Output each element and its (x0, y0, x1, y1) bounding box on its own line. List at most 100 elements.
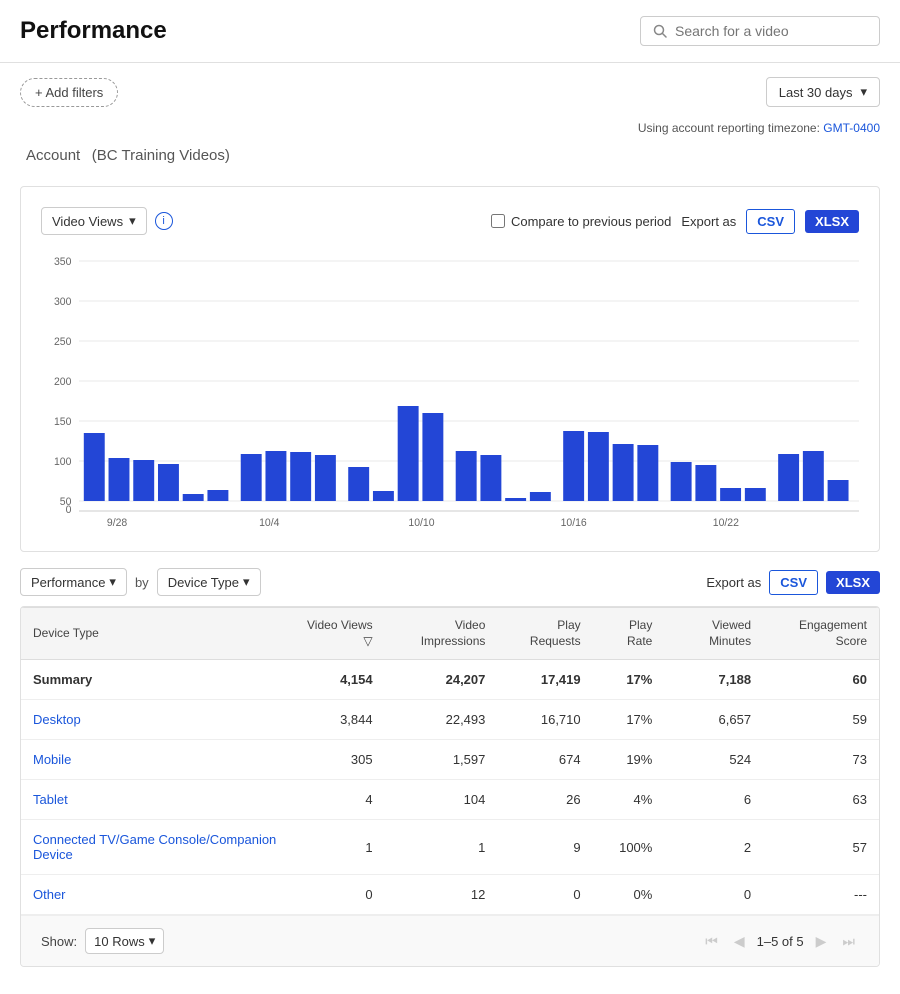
add-filters-button[interactable]: + Add filters (20, 78, 118, 107)
table-row-summary: Summary 4,154 24,207 17,419 17% 7,188 60 (21, 660, 879, 700)
device-type-select[interactable]: Device Type ▾ (157, 568, 261, 596)
add-filters-label: + Add filters (35, 85, 103, 100)
connected-tv-link[interactable]: Connected TV/Game Console/Companion Devi… (33, 832, 276, 862)
mobile-play-requests: 674 (497, 740, 592, 780)
tablet-link[interactable]: Tablet (33, 792, 68, 807)
toolbar: + Add filters Last 30 days ▾ (0, 63, 900, 121)
page-title: Performance (20, 17, 167, 45)
connected-tv-play-requests: 9 (497, 820, 592, 875)
mobile-video-views: 305 (293, 740, 385, 780)
compare-checkbox[interactable] (491, 214, 505, 228)
metric-select[interactable]: Video Views ▾ (41, 207, 147, 235)
desktop-label[interactable]: Desktop (21, 700, 293, 740)
data-table-wrapper: Device Type Video Views ▽ Video Impressi… (20, 606, 880, 967)
page-info: 1–5 of 5 (757, 934, 804, 949)
other-video-impressions: 12 (385, 875, 498, 915)
summary-label: Summary (21, 660, 293, 700)
tablet-play-requests: 26 (497, 780, 592, 820)
svg-text:350: 350 (54, 256, 71, 268)
chart-toolbar-right: Compare to previous period Export as CSV… (491, 209, 859, 234)
tablet-label[interactable]: Tablet (21, 780, 293, 820)
prev-page-button[interactable]: ◀ (730, 931, 749, 952)
table-toolbar-right: Export as CSV XLSX (706, 570, 880, 595)
rows-select[interactable]: 10 Rows ▾ (85, 928, 164, 954)
summary-viewed-minutes: 7,188 (664, 660, 763, 700)
col-video-impressions: Video Impressio­ns (385, 608, 498, 660)
table-row-connected-tv: Connected TV/Game Console/Companion Devi… (21, 820, 879, 875)
svg-text:100: 100 (54, 456, 71, 468)
col-video-views[interactable]: Video Views ▽ (293, 608, 385, 660)
col-engagement-score: Engagem­ent Score (763, 608, 879, 660)
mobile-link[interactable]: Mobile (33, 752, 71, 767)
rows-label: 10 Rows (94, 934, 145, 949)
chart-svg: 350 300 250 200 150 100 50 0 (41, 251, 859, 531)
other-engagement-score: --- (763, 875, 879, 915)
tablet-video-impressions: 104 (385, 780, 498, 820)
svg-text:150: 150 (54, 416, 71, 428)
info-icon[interactable]: i (155, 212, 173, 230)
pagination: Show: 10 Rows ▾ ⏮ ◀ 1–5 of 5 ▶ ⏭ (21, 915, 879, 966)
connected-tv-video-impressions: 1 (385, 820, 498, 875)
device-type-chevron-icon: ▾ (243, 574, 250, 590)
page-header: Performance (0, 0, 900, 63)
summary-engagement-score: 60 (763, 660, 879, 700)
chart-toolbar-left: Video Views ▾ i (41, 207, 173, 235)
svg-text:10/16: 10/16 (561, 517, 587, 529)
desktop-link[interactable]: Desktop (33, 712, 81, 727)
table-export-csv-button[interactable]: CSV (769, 570, 818, 595)
tablet-engagement-score: 63 (763, 780, 879, 820)
table-export-xlsx-button[interactable]: XLSX (826, 571, 880, 594)
chart-toolbar: Video Views ▾ i Compare to previous peri… (41, 207, 859, 235)
connected-tv-label[interactable]: Connected TV/Game Console/Companion Devi… (21, 820, 293, 875)
next-page-button[interactable]: ▶ (812, 931, 831, 952)
chart-export-xlsx-button[interactable]: XLSX (805, 210, 859, 233)
mobile-engagement-score: 73 (763, 740, 879, 780)
account-title: Account (BC Training Videos) (20, 143, 880, 166)
table-row-tablet: Tablet 4 104 26 4% 6 63 (21, 780, 879, 820)
rows-chevron-icon: ▾ (149, 933, 156, 949)
table-toolbar: Performance ▾ by Device Type ▾ Export as… (20, 568, 880, 596)
other-label[interactable]: Other (21, 875, 293, 915)
col-play-rate: Play Rate (593, 608, 665, 660)
search-box[interactable] (640, 16, 880, 46)
last-page-button[interactable]: ⏭ (838, 931, 859, 952)
chart-container: Video Views ▾ i Compare to previous peri… (20, 186, 880, 552)
tablet-play-rate: 4% (593, 780, 665, 820)
svg-text:10/10: 10/10 (408, 517, 434, 529)
timezone-link[interactable]: GMT-0400 (823, 121, 880, 135)
export-label: Export as (681, 214, 736, 229)
mobile-label[interactable]: Mobile (21, 740, 293, 780)
account-subtitle: (BC Training Videos) (92, 147, 230, 164)
other-viewed-minutes: 0 (664, 875, 763, 915)
compare-label[interactable]: Compare to previous period (491, 214, 671, 229)
svg-text:200: 200 (54, 376, 71, 388)
pagination-left: Show: 10 Rows ▾ (41, 928, 164, 954)
table-row-mobile: Mobile 305 1,597 674 19% 524 73 (21, 740, 879, 780)
first-page-button[interactable]: ⏮ (701, 931, 722, 952)
table-header-row: Device Type Video Views ▽ Video Impressi… (21, 608, 879, 660)
svg-text:300: 300 (54, 296, 71, 308)
table-export-label: Export as (706, 575, 761, 590)
search-input[interactable] (675, 23, 867, 39)
svg-text:9/28: 9/28 (107, 517, 127, 529)
desktop-play-rate: 17% (593, 700, 665, 740)
chart-export-csv-button[interactable]: CSV (746, 209, 795, 234)
device-type-label: Device Type (168, 575, 239, 590)
tablet-viewed-minutes: 6 (664, 780, 763, 820)
chart-area: 350 300 250 200 150 100 50 0 (41, 251, 859, 531)
performance-select[interactable]: Performance ▾ (20, 568, 127, 596)
desktop-play-requests: 16,710 (497, 700, 592, 740)
tablet-video-views: 4 (293, 780, 385, 820)
other-link[interactable]: Other (33, 887, 66, 902)
table-row-other: Other 0 12 0 0% 0 --- (21, 875, 879, 915)
desktop-viewed-minutes: 6,657 (664, 700, 763, 740)
date-range-select[interactable]: Last 30 days ▾ (766, 77, 880, 107)
desktop-engagement-score: 59 (763, 700, 879, 740)
by-text: by (135, 575, 149, 590)
summary-video-views: 4,154 (293, 660, 385, 700)
table-toolbar-left: Performance ▾ by Device Type ▾ (20, 568, 261, 596)
connected-tv-play-rate: 100% (593, 820, 665, 875)
chevron-down-icon: ▾ (860, 84, 867, 100)
data-table: Device Type Video Views ▽ Video Impressi… (21, 607, 879, 915)
summary-video-impressions: 24,207 (385, 660, 498, 700)
